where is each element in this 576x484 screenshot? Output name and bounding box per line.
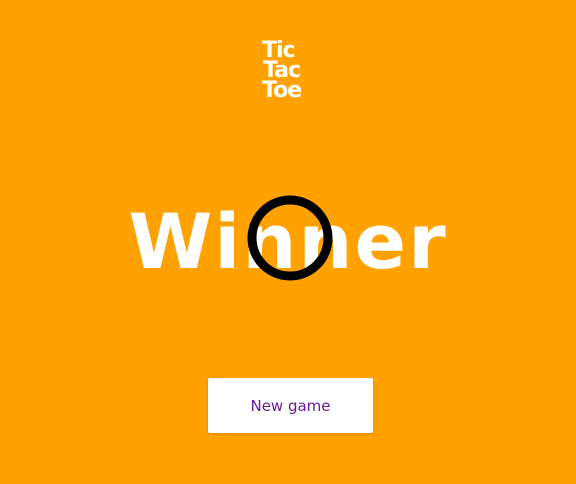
winning-mark-circle	[247, 195, 333, 281]
new-game-button[interactable]: New game	[208, 378, 373, 433]
logo-line-toe: Toe	[262, 78, 302, 103]
circle-o-icon	[247, 195, 333, 281]
winner-banner: Winner	[0, 192, 576, 292]
game-logo: Tic Tac Toe	[262, 40, 318, 102]
